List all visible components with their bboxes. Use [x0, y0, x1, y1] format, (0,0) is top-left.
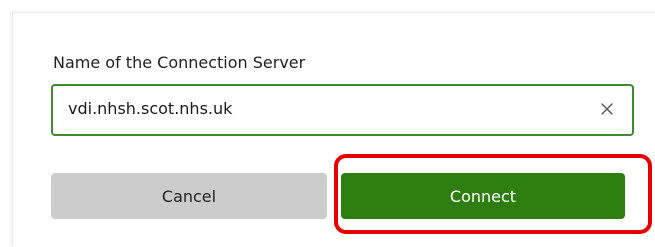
server-name-value[interactable]: vdi.nhsh.scot.nhs.uk	[68, 99, 232, 118]
field-label: Name of the Connection Server	[53, 53, 306, 72]
connect-button-label: Connect	[449, 186, 517, 206]
close-icon[interactable]	[596, 98, 618, 120]
cancel-button-label: Cancel	[161, 186, 217, 206]
cancel-button[interactable]: Cancel	[51, 173, 327, 219]
connection-server-dialog: Name of the Connection Server vdi.nhsh.s…	[12, 12, 655, 247]
server-name-input[interactable]: vdi.nhsh.scot.nhs.uk	[51, 84, 634, 136]
connect-button[interactable]: Connect	[341, 173, 625, 219]
